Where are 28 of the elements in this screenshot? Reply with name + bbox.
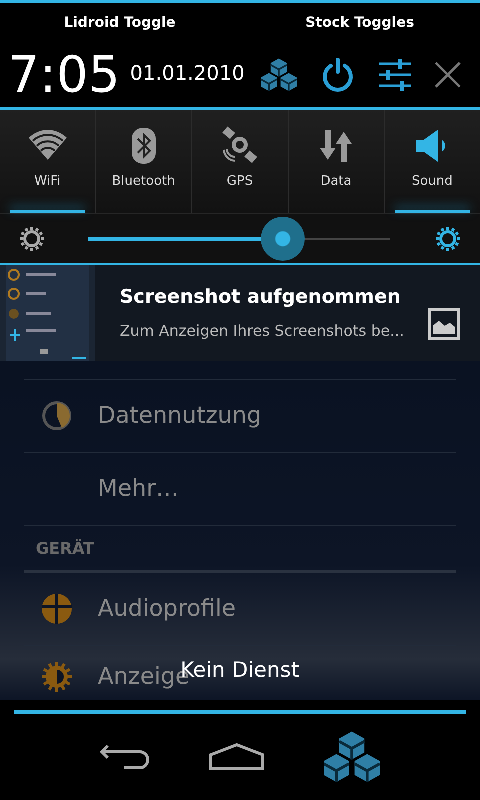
settings-label: Datennutzung [98,403,262,429]
panel-tab[interactable]: Stock Toggles [240,3,480,43]
notification-title: Screenshot aufgenommen [120,286,402,308]
settings-label: Mehr… [98,476,180,502]
clock-date: 01.01.2010 [130,61,245,85]
sun-icon [41,661,73,693]
image-icon [428,308,460,340]
panel-tab[interactable]: Lidroid Toggle [0,3,240,43]
back-icon[interactable] [100,742,150,772]
pie-chart-icon [41,400,73,432]
settings-sliders-icon[interactable] [378,58,412,92]
toggle-button[interactable]: Data [288,110,385,213]
slider-thumb[interactable] [260,216,305,260]
toggle-button[interactable]: Sound [384,110,480,213]
clock-time: 7:05 [8,50,120,100]
brightness-high-icon [434,224,462,252]
notification-text: Zum Anzeigen Ihres Screenshots be... [120,322,406,340]
close-icon[interactable] [434,61,462,89]
crosshair-circle-icon [41,593,73,625]
toggle-button[interactable]: Bluetooth [96,110,192,213]
section-header: GERÄT [24,526,456,573]
toggle-button[interactable]: WiFi [0,110,96,213]
settings-label: Audioprofile [98,596,236,622]
brightness-low-icon [18,224,46,252]
cube-logo-icon[interactable] [260,57,298,93]
power-icon[interactable] [320,57,356,93]
cube-logo-icon[interactable] [324,729,380,785]
home-icon[interactable] [208,743,265,771]
